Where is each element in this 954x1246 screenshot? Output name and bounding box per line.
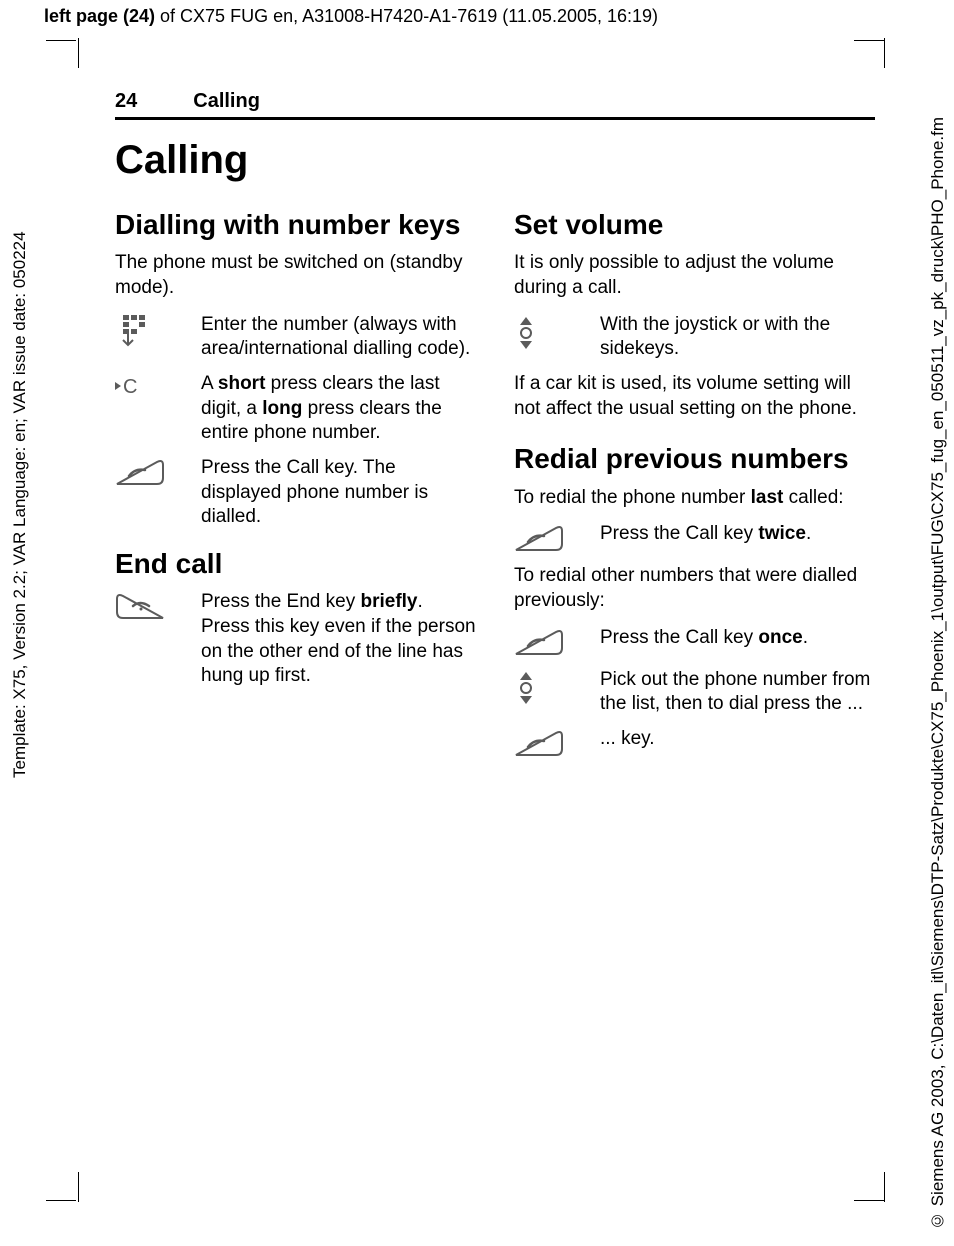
page-content: 24 Calling Calling Dialling with number … xyxy=(115,90,875,769)
left-column: Dialling with number keys The phone must… xyxy=(115,205,476,769)
heading-redial: Redial previous numbers xyxy=(514,443,875,475)
step-redial-once-text: Press the Call key once. xyxy=(600,626,875,651)
page-title: Calling xyxy=(115,138,875,183)
step-pick-number-text: Pick out the phone number from the list,… xyxy=(600,668,875,717)
section-name: Calling xyxy=(193,90,260,113)
svg-text:C: C xyxy=(123,376,137,398)
call-key-icon xyxy=(115,458,165,488)
step-clear: C A short press clears the last digit, a… xyxy=(115,372,476,446)
step-press-key: ... key. xyxy=(514,727,875,759)
running-head: 24 Calling xyxy=(115,90,875,120)
paragraph-volume-2: If a car kit is used, its volume setting… xyxy=(514,372,875,421)
step-pick-number: Pick out the phone number from the list,… xyxy=(514,668,875,717)
step-clear-text: A short press clears the last digit, a l… xyxy=(201,372,476,446)
paragraph-standby: The phone must be switched on (standby m… xyxy=(115,251,476,300)
step-volume-text: With the joystick or with the sidekeys. xyxy=(600,313,875,362)
call-key-icon xyxy=(514,628,564,658)
end-key-icon xyxy=(115,592,165,622)
paragraph-volume-1: It is only possible to adjust the volume… xyxy=(514,251,875,300)
step-call: Press the Call key. The displayed phone … xyxy=(115,456,476,530)
right-column: Set volume It is only possible to adjust… xyxy=(514,205,875,769)
keypad-icon xyxy=(115,315,151,349)
call-key-icon xyxy=(514,729,564,759)
page-number: 24 xyxy=(115,90,137,113)
call-key-icon xyxy=(514,524,564,554)
heading-end-call: End call xyxy=(115,548,476,580)
step-call-text: Press the Call key. The displayed phone … xyxy=(201,456,476,530)
step-redial-once: Press the Call key once. xyxy=(514,626,875,658)
step-enter-number: Enter the number (always with area/inter… xyxy=(115,313,476,362)
step-end-call: Press the End key briefly. Press this ke… xyxy=(115,590,476,689)
step-end-call-text: Press the End key briefly. Press this ke… xyxy=(201,590,476,689)
step-press-key-text: ... key. xyxy=(600,727,875,752)
paragraph-redial-1: To redial the phone number last called: xyxy=(514,486,875,511)
top-header-rest: of CX75 FUG en, A31008-H7420-A1-7619 (11… xyxy=(155,6,658,26)
right-margin-note: © Siemens AG 2003, C:\Daten_itl\Siemens\… xyxy=(928,30,948,1230)
clear-key-icon: C xyxy=(115,374,145,398)
heading-dialling: Dialling with number keys xyxy=(115,209,476,241)
step-volume-joystick: With the joystick or with the sidekeys. xyxy=(514,313,875,362)
joystick-icon xyxy=(514,315,538,351)
top-header-bold: left page (24) xyxy=(44,6,155,26)
step-redial-twice: Press the Call key twice. xyxy=(514,522,875,554)
paragraph-redial-2: To redial other numbers that were dialle… xyxy=(514,564,875,613)
top-header: left page (24) of CX75 FUG en, A31008-H7… xyxy=(44,6,658,27)
left-margin-note: Template: X75, Version 2.2; VAR Language… xyxy=(10,38,30,778)
step-enter-number-text: Enter the number (always with area/inter… xyxy=(201,313,476,362)
heading-set-volume: Set volume xyxy=(514,209,875,241)
step-redial-twice-text: Press the Call key twice. xyxy=(600,522,875,547)
joystick-icon xyxy=(514,670,538,706)
